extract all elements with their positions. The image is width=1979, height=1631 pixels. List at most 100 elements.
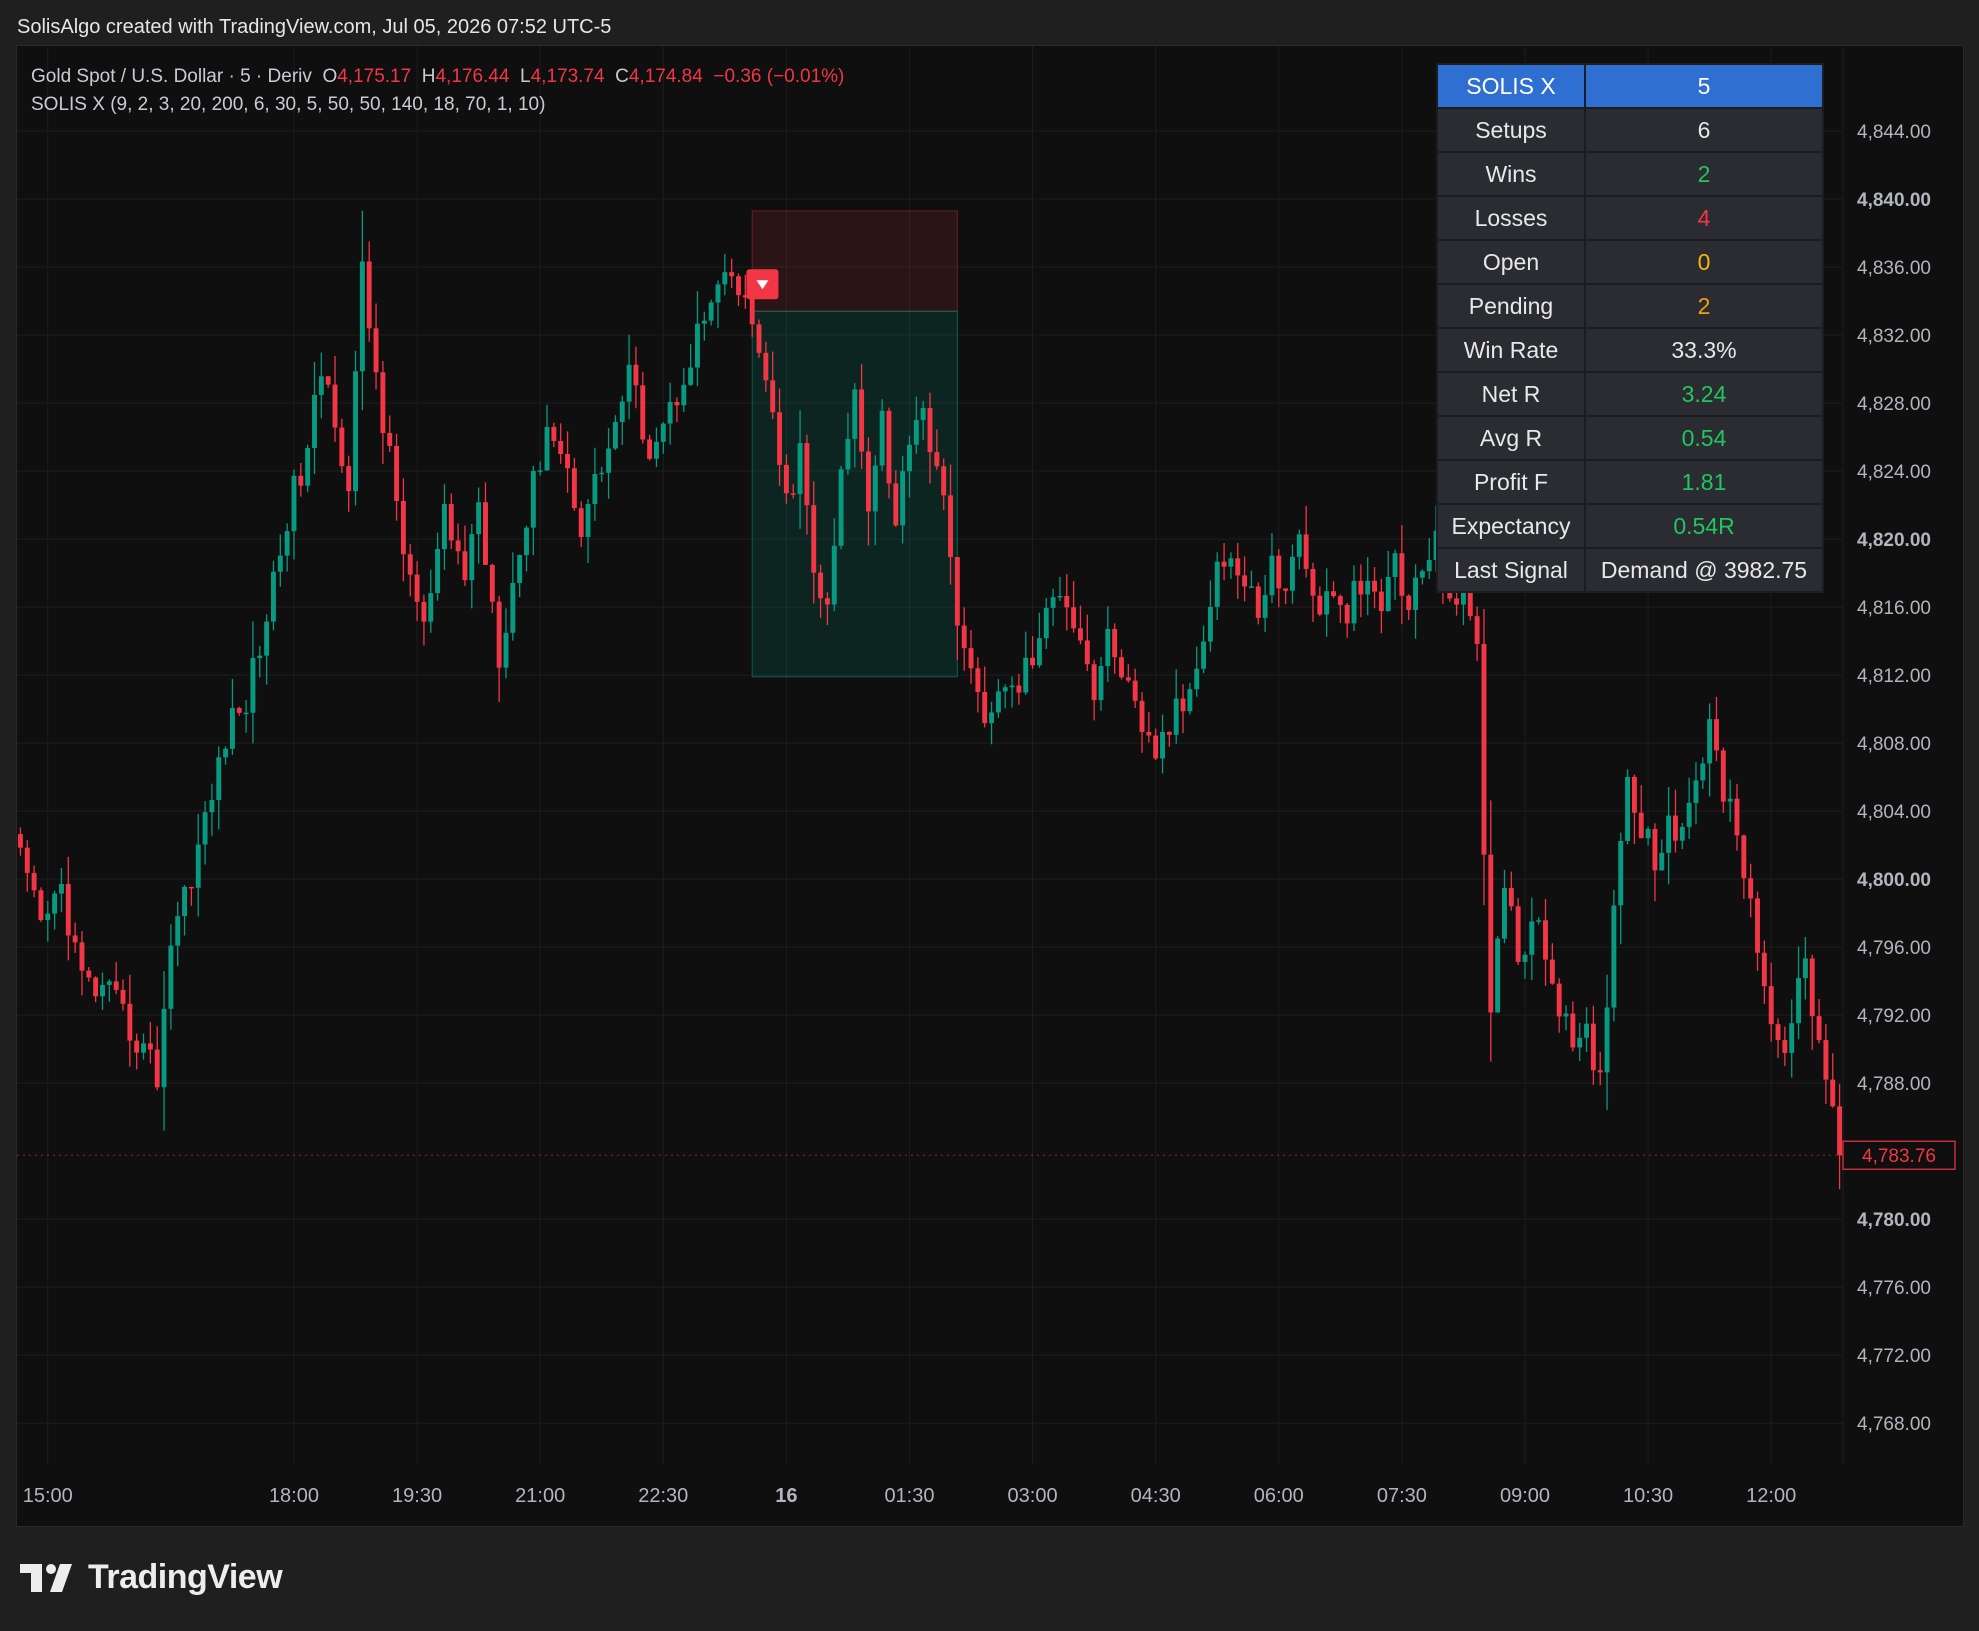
candle-body xyxy=(1590,1023,1596,1071)
candle-body xyxy=(38,890,44,921)
candle-body xyxy=(421,601,427,622)
candle-body xyxy=(1597,1070,1603,1073)
candle-body xyxy=(1276,555,1282,589)
candle-body xyxy=(1351,580,1357,624)
candle-body xyxy=(1768,986,1774,1025)
candle-body xyxy=(1515,906,1521,962)
candle-body xyxy=(1166,731,1172,735)
candle-body xyxy=(1180,698,1186,712)
candle-body xyxy=(1816,1016,1822,1041)
candle-body xyxy=(927,407,933,453)
stats-row: Expectancy 0.54R xyxy=(1436,503,1824,549)
candle-body xyxy=(968,648,974,669)
stats-value: 3.24 xyxy=(1584,371,1824,417)
time-tick-label: 06:00 xyxy=(1254,1485,1304,1507)
candle-body xyxy=(476,502,482,535)
candle-body xyxy=(31,872,37,891)
candle-body xyxy=(209,800,215,813)
time-tick-label: 18:00 xyxy=(269,1485,319,1507)
candle-body xyxy=(1105,628,1111,666)
time-tick-label: 22:30 xyxy=(638,1485,688,1507)
price-tick-label: 4,768.00 xyxy=(1857,1414,1931,1435)
candle-body xyxy=(52,893,58,914)
stats-row: Pending 2 xyxy=(1436,283,1824,329)
candle-body xyxy=(920,407,926,421)
price-tick-label: 4,776.00 xyxy=(1857,1278,1931,1299)
candle-body xyxy=(1672,815,1678,841)
candle-body xyxy=(325,376,331,385)
candle-body xyxy=(695,323,700,368)
candle-body xyxy=(1016,685,1022,693)
time-tick-label: 07:30 xyxy=(1377,1485,1427,1507)
time-tick-label: 04:30 xyxy=(1131,1485,1181,1507)
price-tick-label: 4,780.00 xyxy=(1857,1210,1931,1231)
candle-body xyxy=(701,320,707,324)
candle-body xyxy=(1119,657,1124,678)
candle-body xyxy=(65,884,71,936)
candle-body xyxy=(1009,685,1015,688)
chart-panel[interactable]: 4,844.00 4,840.00 4,836.00 4,832.00 4,828.00… xyxy=(16,45,1964,1527)
candle-body xyxy=(45,913,51,921)
stats-value: 2 xyxy=(1584,151,1824,197)
candle-body xyxy=(1125,677,1131,681)
candle-body xyxy=(1577,1037,1583,1048)
time-tick-label: 03:00 xyxy=(1008,1485,1058,1507)
candle-body xyxy=(380,372,386,433)
candle-body xyxy=(1043,607,1049,639)
price-tick-label: 4,800.00 xyxy=(1857,870,1931,891)
candle-body xyxy=(1296,534,1302,557)
time-tick-label: 21:00 xyxy=(515,1485,565,1507)
candle-body xyxy=(1714,719,1719,751)
candle-body xyxy=(1378,591,1384,612)
candle-body xyxy=(1631,776,1637,813)
candle-body xyxy=(517,555,523,583)
publish-caption: SolisAlgo created with TradingView.com, … xyxy=(17,16,612,38)
candle-body xyxy=(120,989,126,1004)
candle-body xyxy=(995,691,1001,713)
candle-body xyxy=(1536,920,1542,922)
candle-body xyxy=(1091,664,1097,701)
stats-key: Net R xyxy=(1436,371,1586,417)
candle-body xyxy=(407,554,413,575)
time-axis[interactable]: 15:00 18:00 19:30 21:00 22:30 16 01:30 03:00 04:… xyxy=(23,1485,1796,1507)
price-tick-label: 4,788.00 xyxy=(1857,1074,1931,1095)
candle-body xyxy=(1638,812,1644,839)
symbol-legend: Gold Spot / U.S. Dollar · 5 · Deriv O4,1… xyxy=(31,66,844,88)
low-label: L xyxy=(520,66,531,87)
stats-key: Profit F xyxy=(1436,459,1586,505)
stats-row: Win Rate 33.3% xyxy=(1436,327,1824,373)
candle-body xyxy=(578,508,584,537)
candle-body xyxy=(1310,568,1316,596)
candle-body xyxy=(1761,952,1767,987)
candle-body xyxy=(824,598,830,605)
change-value: −0.36 (−0.01%) xyxy=(713,66,845,87)
candle-body xyxy=(1652,828,1658,871)
high-value: 4,176.44 xyxy=(435,66,510,87)
candle-body xyxy=(1700,763,1706,781)
candle-body xyxy=(1290,556,1295,591)
candle-body xyxy=(1707,719,1713,764)
stats-row: Open 0 xyxy=(1436,239,1824,285)
stats-row: Losses 4 xyxy=(1436,195,1824,241)
candle-body xyxy=(941,466,947,496)
candle-body xyxy=(913,420,919,445)
candle-body xyxy=(524,527,529,556)
screenshot-frame: SolisAlgo created with TradingView.com, … xyxy=(0,0,1979,1631)
symbol-name[interactable]: Gold Spot / U.S. Dollar · 5 · Deriv xyxy=(31,66,312,87)
stats-key: Win Rate xyxy=(1436,327,1586,373)
candle-body xyxy=(1426,560,1432,572)
indicator-legend[interactable]: SOLIS X (9, 2, 3, 20, 200, 6, 30, 5, 50,… xyxy=(31,94,545,116)
candle-body xyxy=(1269,555,1275,596)
candle-body xyxy=(1030,657,1036,666)
candle-body xyxy=(1221,561,1227,567)
candle-body xyxy=(1248,586,1254,588)
candle-body xyxy=(1153,735,1159,759)
candle-body xyxy=(1385,576,1391,612)
price-tick-label: 4,820.00 xyxy=(1857,530,1931,551)
candle-body xyxy=(1372,580,1377,592)
stats-key: Losses xyxy=(1436,195,1586,241)
candle-body xyxy=(1050,597,1056,608)
candle-body xyxy=(462,551,468,581)
low-value: 4,173.74 xyxy=(530,66,605,87)
candle-body xyxy=(783,464,789,494)
